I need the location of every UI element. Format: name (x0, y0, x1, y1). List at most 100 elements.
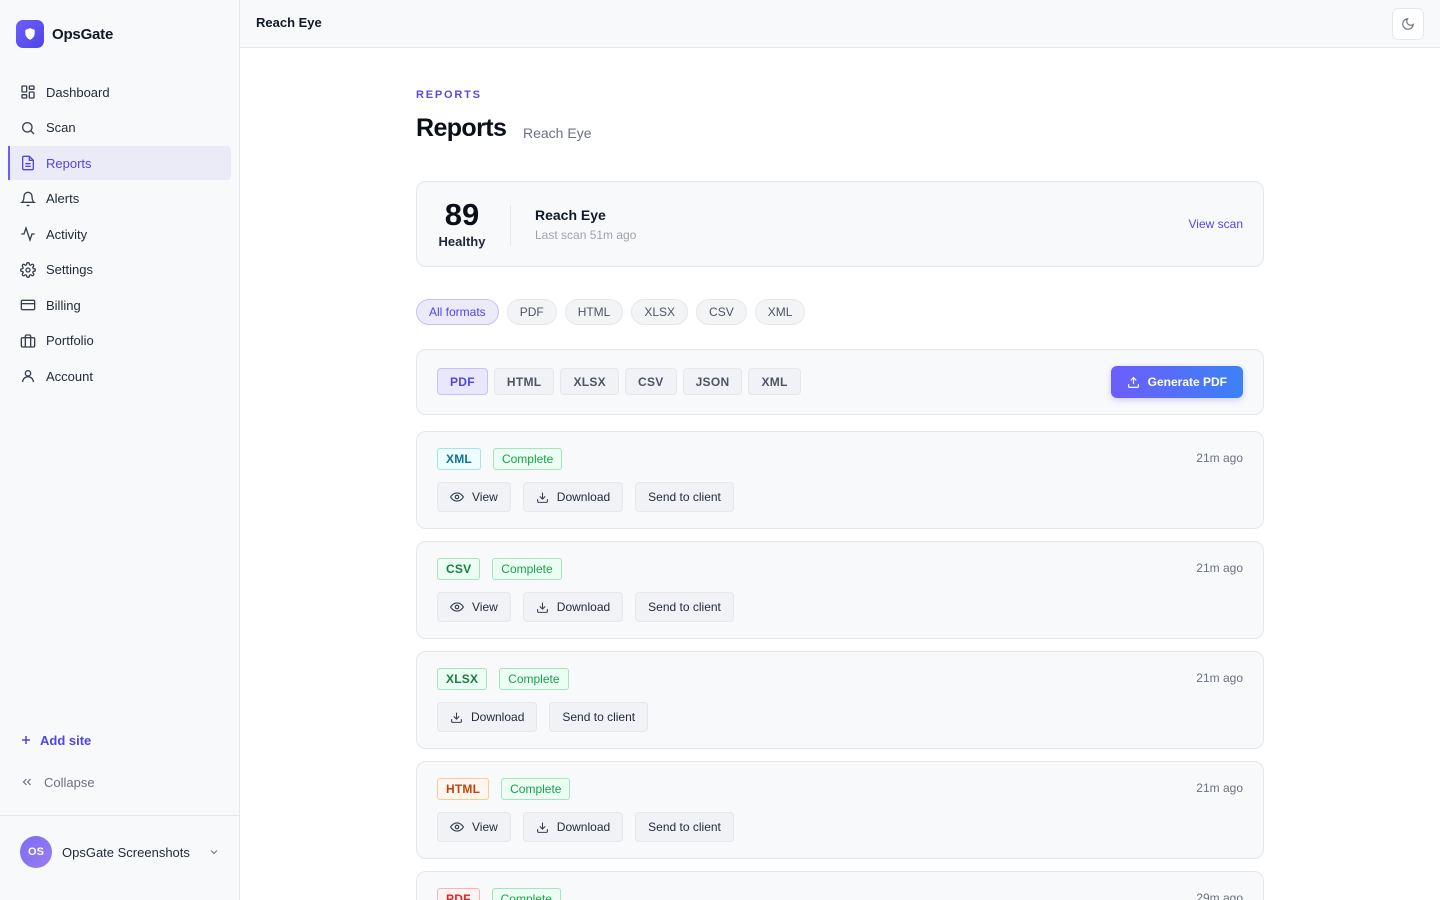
format-option-pdf[interactable]: PDF (437, 368, 488, 395)
sidebar-item-settings[interactable]: Settings (8, 253, 231, 287)
format-badge: XML (437, 448, 481, 470)
page-subtitle: Reach Eye (523, 125, 592, 141)
send-to-client-button[interactable]: Send to client (549, 702, 649, 732)
briefcase-icon (20, 333, 36, 348)
chevrons-left-icon (22, 778, 31, 786)
collapse-button[interactable]: Collapse (20, 772, 95, 792)
format-filter-chips: All formats PDF HTML XLSX CSV XML (416, 299, 806, 325)
user-icon (22, 370, 34, 383)
report-generator: PDF HTML XLSX CSV JSON XML Generate PDF (416, 349, 1264, 415)
format-option-json[interactable]: JSON (682, 368, 743, 395)
document-icon (22, 155, 34, 171)
view-report-button[interactable]: View (437, 812, 511, 842)
sidebar-item-label: Alerts (46, 191, 80, 206)
status-badge: Complete (492, 558, 562, 580)
view-report-button[interactable]: View (437, 592, 511, 622)
view-label: View (472, 600, 498, 614)
eye-icon (450, 822, 464, 832)
download-label: Download (556, 490, 611, 504)
report-card: XLSX Complete 21m ago Download Send to c… (416, 651, 1264, 749)
sidebar-item-reports[interactable]: Reports (8, 146, 231, 180)
download-label: Download (556, 820, 611, 834)
health-score: 89 Healthy (437, 198, 487, 250)
theme-toggle-button[interactable] (1392, 8, 1424, 40)
report-timestamp: 21m ago (1196, 451, 1243, 465)
filter-chip-pdf[interactable]: PDF (506, 299, 557, 325)
report-card: CSV Complete 21m ago View Download Send … (416, 541, 1264, 639)
filter-chip-xlsx[interactable]: XLSX (631, 299, 689, 325)
report-card: XML Complete 21m ago View Download Send … (416, 431, 1264, 529)
site-score-card: 89 Healthy Reach Eye Last scan 51m ago V… (416, 181, 1264, 267)
sidebar-footer: OS OpsGate Screenshots (0, 815, 239, 900)
activity-icon (21, 226, 35, 242)
download-icon (451, 712, 462, 723)
sidebar-item-portfolio[interactable]: Portfolio (8, 324, 231, 358)
generate-button-label: Generate PDF (1147, 375, 1227, 389)
format-badge: HTML (437, 778, 490, 800)
download-icon (536, 492, 548, 503)
plus-icon (22, 736, 30, 744)
sidebar-item-scan[interactable]: Scan (8, 111, 231, 145)
status-badge: Complete (491, 888, 561, 900)
format-option-html[interactable]: HTML (493, 368, 555, 395)
report-timestamp: 21m ago (1196, 561, 1243, 575)
filter-chip-csv[interactable]: CSV (696, 299, 747, 325)
view-report-button[interactable]: View (437, 482, 511, 512)
send-to-client-button[interactable]: Send to client (635, 812, 734, 842)
sidebar-item-dashboard[interactable]: Dashboard (8, 75, 231, 109)
sidebar-nav: Dashboard Scan Reports Alerts Activity S… (8, 75, 231, 395)
topbar-title: Reach Eye (256, 15, 322, 30)
download-report-button[interactable]: Download (522, 812, 624, 842)
download-report-button[interactable]: Download (522, 592, 624, 622)
view-label: View (472, 820, 498, 834)
report-timestamp: 21m ago (1196, 671, 1243, 685)
download-report-button[interactable]: Download (437, 702, 538, 732)
sidebar-item-account[interactable]: Account (8, 359, 231, 393)
send-label: Send to client (648, 820, 721, 834)
sidebar-item-label: Settings (46, 262, 93, 277)
download-icon (536, 602, 548, 613)
sidebar-item-billing[interactable]: Billing (8, 288, 231, 322)
sidebar-item-label: Dashboard (46, 84, 110, 100)
view-label: View (472, 490, 498, 504)
filter-chip-all[interactable]: All formats (416, 299, 499, 325)
view-scan-link[interactable]: View scan (1189, 217, 1243, 231)
user-menu[interactable]: OS OpsGate Screenshots (20, 836, 220, 868)
filter-chip-xml[interactable]: XML (754, 299, 806, 325)
format-option-csv[interactable]: CSV (624, 368, 677, 395)
format-option-xlsx[interactable]: XLSX (560, 368, 619, 395)
credit-card-icon (20, 299, 36, 311)
format-option-xml[interactable]: XML (748, 368, 801, 395)
generate-report-button[interactable]: Generate PDF (1110, 366, 1243, 398)
chevron-down-icon (210, 850, 218, 855)
report-card: HTML Complete 21m ago View Download Send… (416, 761, 1264, 859)
download-report-button[interactable]: Download (522, 482, 624, 512)
report-timestamp: 21m ago (1196, 781, 1243, 795)
report-card: PDF Complete 29m ago (416, 871, 1264, 900)
bell-icon (20, 191, 36, 206)
collapse-label: Collapse (44, 774, 95, 790)
upload-icon (1127, 376, 1139, 388)
download-label: Download (471, 710, 525, 724)
last-scan-text: Last scan 51m ago (535, 228, 637, 242)
dashboard-icon (21, 85, 35, 99)
user-name: OpsGate Screenshots (62, 844, 190, 860)
sidebar-item-alerts[interactable]: Alerts (8, 182, 231, 216)
format-selector: PDF HTML XLSX CSV JSON XML (437, 368, 801, 395)
shield-logo-icon (16, 20, 44, 48)
divider (510, 205, 511, 245)
sidebar-item-label: Billing (46, 297, 81, 313)
format-badge: PDF (437, 888, 480, 900)
gear-icon (20, 261, 36, 278)
send-to-client-button[interactable]: Send to client (635, 592, 734, 622)
topbar: Reach Eye (240, 0, 1440, 48)
send-to-client-button[interactable]: Send to client (635, 482, 734, 512)
brand[interactable]: OpsGate (16, 20, 113, 48)
add-site-button[interactable]: Add site (20, 730, 91, 750)
filter-chip-html[interactable]: HTML (564, 299, 624, 325)
sidebar-item-activity[interactable]: Activity (8, 217, 231, 251)
sidebar: OpsGate Dashboard Scan Reports Alerts Ac… (0, 0, 240, 900)
avatar: OS (20, 836, 52, 868)
download-label: Download (556, 600, 611, 614)
send-label: Send to client (648, 490, 721, 504)
